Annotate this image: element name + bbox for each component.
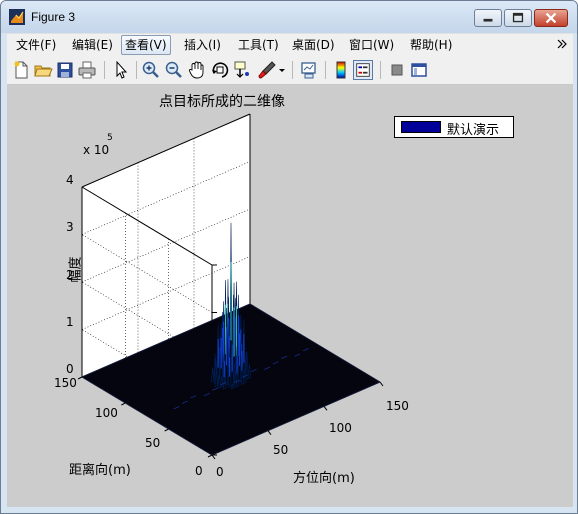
pan-icon[interactable] bbox=[187, 60, 207, 80]
x-tick-label: 50 bbox=[273, 443, 289, 457]
rotate-3d-icon[interactable] bbox=[210, 60, 230, 80]
menu-overflow-icon[interactable] bbox=[557, 37, 567, 51]
toolbar-separator bbox=[104, 61, 105, 79]
y-axis-label: 距离向(m) bbox=[69, 463, 131, 478]
x-tick-label: 100 bbox=[329, 421, 352, 435]
legend-swatch bbox=[401, 121, 441, 133]
legend-icon[interactable] bbox=[353, 60, 373, 80]
y-tick bbox=[207, 454, 213, 458]
y-tick-label: 150 bbox=[54, 376, 77, 390]
zoom-out-icon[interactable] bbox=[164, 60, 184, 80]
show-plot-tools-icon[interactable] bbox=[409, 60, 429, 80]
menu-file[interactable]: 文件(F) bbox=[13, 36, 59, 54]
x-tick bbox=[323, 406, 328, 411]
y-tick-label: 50 bbox=[145, 436, 161, 450]
toolbar-separator bbox=[292, 61, 293, 79]
y-tick bbox=[77, 376, 83, 380]
zoom-in-icon[interactable] bbox=[141, 60, 161, 80]
x-tick-label: 0 bbox=[216, 465, 224, 479]
legend[interactable]: 默认演示 bbox=[394, 116, 514, 138]
toolbar-separator bbox=[136, 61, 137, 79]
tool-bar bbox=[7, 56, 573, 85]
z-tick-label: 3 bbox=[66, 220, 74, 234]
z-axis-label: 幅度 bbox=[68, 256, 84, 283]
close-icon bbox=[545, 12, 557, 24]
z-tick-label: 1 bbox=[66, 315, 74, 329]
title-bar[interactable]: Figure 3 bbox=[1, 1, 577, 33]
x-axis-label: 方位向(m) bbox=[293, 471, 355, 486]
brush-dropdown-icon[interactable] bbox=[277, 60, 287, 80]
maximize-button[interactable] bbox=[504, 9, 532, 27]
plot-title: 点目标所成的二维像 bbox=[159, 94, 285, 110]
close-button[interactable] bbox=[534, 9, 568, 27]
matlab-logo-icon bbox=[9, 9, 25, 25]
toolbar-separator bbox=[325, 61, 326, 79]
y-tick-label: 100 bbox=[95, 406, 118, 420]
print-icon[interactable] bbox=[77, 60, 97, 80]
z-tick-label: 0 bbox=[66, 362, 74, 376]
menu-desktop[interactable]: 桌面(D) bbox=[289, 36, 338, 54]
save-icon[interactable] bbox=[55, 60, 75, 80]
minimize-icon bbox=[483, 18, 493, 22]
menu-window[interactable]: 窗口(W) bbox=[346, 36, 397, 54]
x-tick-label: 150 bbox=[386, 399, 409, 413]
maximize-icon bbox=[512, 12, 524, 23]
toolbar-separator bbox=[380, 61, 381, 79]
x-tick bbox=[379, 381, 384, 387]
menu-view[interactable]: 查看(V) bbox=[121, 35, 171, 55]
link-plot-icon[interactable] bbox=[299, 60, 319, 80]
new-figure-icon[interactable] bbox=[11, 60, 31, 80]
pointer-icon[interactable] bbox=[111, 60, 131, 80]
menu-help[interactable]: 帮助(H) bbox=[407, 36, 455, 54]
y-tick bbox=[121, 402, 126, 406]
z-exponent-power: 5 bbox=[107, 133, 113, 143]
window-title: Figure 3 bbox=[31, 10, 76, 24]
menu-tools[interactable]: 工具(T) bbox=[235, 36, 282, 54]
data-cursor-icon[interactable] bbox=[233, 60, 253, 80]
minimize-button[interactable] bbox=[474, 9, 502, 27]
menu-bar: 文件(F) 编辑(E) 查看(V) 插入(I) 工具(T) 桌面(D) 窗口(W… bbox=[7, 33, 573, 56]
x-tick bbox=[211, 454, 216, 460]
y-tick-label: 0 bbox=[195, 464, 203, 478]
menu-edit[interactable]: 编辑(E) bbox=[69, 36, 116, 54]
x-tick bbox=[267, 430, 272, 435]
menu-insert[interactable]: 插入(I) bbox=[181, 36, 224, 54]
z-tick-label: 4 bbox=[66, 173, 74, 187]
figure-canvas[interactable]: 点目标所成的二维像 默认演示 x 10 5 4 3 2 1 0 150 100 … bbox=[7, 85, 573, 507]
colorbar-icon[interactable] bbox=[331, 60, 351, 80]
legend-label: 默认演示 bbox=[447, 123, 500, 138]
z-exponent-label: x 10 bbox=[83, 143, 110, 157]
hide-plot-tools-icon[interactable] bbox=[387, 60, 407, 80]
figure-window: Figure 3 文件(F) 编辑(E) 查看(V) 插入(I) 工具(T) 桌… bbox=[0, 0, 578, 514]
open-icon[interactable] bbox=[33, 60, 53, 80]
brush-icon[interactable] bbox=[257, 60, 277, 80]
y-tick bbox=[164, 428, 169, 432]
